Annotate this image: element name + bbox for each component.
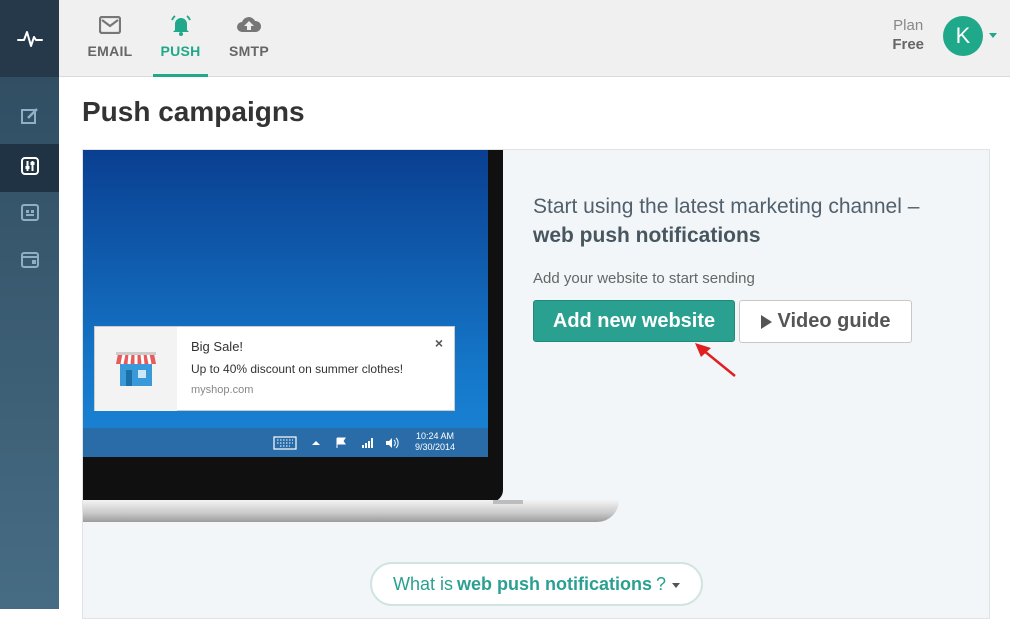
clock-time: 10:24 AM bbox=[416, 431, 455, 441]
flag-icon bbox=[335, 436, 347, 450]
close-icon: × bbox=[434, 335, 443, 351]
pulse-logo-icon[interactable] bbox=[0, 0, 59, 77]
video-guide-button[interactable]: Video guide bbox=[739, 300, 912, 343]
page-title: Push campaigns bbox=[82, 96, 305, 127]
tab-push[interactable]: PUSH bbox=[153, 0, 208, 77]
clock-date: 9/30/2014 bbox=[415, 442, 456, 452]
laptop-hinge bbox=[493, 500, 523, 504]
plan-label: Plan bbox=[893, 17, 924, 34]
plan-value: Free bbox=[892, 36, 924, 53]
chevron-up-icon bbox=[311, 436, 321, 450]
browser-icon bbox=[20, 251, 39, 274]
promo-headline: Start using the latest marketing channel… bbox=[533, 192, 963, 250]
video-guide-label: Video guide bbox=[777, 310, 891, 332]
shop-icon bbox=[95, 327, 177, 411]
tab-smtp-label: SMTP bbox=[228, 43, 270, 59]
avatar[interactable]: K bbox=[943, 16, 983, 56]
tab-push-label: PUSH bbox=[160, 43, 201, 59]
laptop-base bbox=[83, 500, 619, 522]
sidebar-item-automation[interactable] bbox=[0, 144, 59, 192]
edit-icon bbox=[20, 107, 39, 130]
bell-icon bbox=[169, 14, 193, 36]
tab-email-label: EMAIL bbox=[87, 43, 133, 59]
notification-preview: Big Sale! Up to 40% discount on summer c… bbox=[94, 326, 455, 411]
plan-indicator[interactable]: Plan Free bbox=[892, 16, 924, 54]
play-icon bbox=[760, 314, 772, 329]
signal-icon bbox=[361, 436, 375, 450]
headline-bold: web push notifications bbox=[533, 224, 761, 247]
what-is-web-push-toggle[interactable]: What is web push notifications? bbox=[370, 562, 703, 606]
pointer-arrow-icon bbox=[695, 343, 736, 377]
chevron-down-icon bbox=[672, 583, 681, 588]
faq-suffix: ? bbox=[656, 573, 667, 594]
notification-body: Up to 40% discount on summer clothes! bbox=[191, 362, 404, 376]
taskbar-clock: 10:24 AM 9/30/2014 bbox=[415, 431, 455, 453]
taskbar: 10:24 AM 9/30/2014 bbox=[83, 428, 488, 457]
sidebar-item-websites[interactable] bbox=[0, 238, 59, 286]
notification-url: myshop.com bbox=[191, 384, 254, 396]
calendar-icon bbox=[20, 203, 39, 226]
faq-bold: web push notifications bbox=[456, 573, 652, 594]
sliders-icon bbox=[20, 156, 39, 180]
sidebar-item-calendar[interactable] bbox=[0, 190, 59, 238]
tab-email[interactable]: EMAIL bbox=[87, 0, 133, 77]
envelope-icon bbox=[99, 14, 121, 36]
tab-smtp[interactable]: SMTP bbox=[227, 0, 271, 77]
headline-text: Start using the latest marketing channel… bbox=[533, 195, 920, 218]
sidebar-item-campaigns[interactable] bbox=[0, 94, 59, 142]
speaker-icon bbox=[385, 436, 399, 450]
chevron-down-icon[interactable] bbox=[989, 33, 997, 38]
notification-title: Big Sale! bbox=[191, 339, 244, 354]
promo-card: Big Sale! Up to 40% discount on summer c… bbox=[82, 149, 990, 619]
add-new-website-button[interactable]: Add new website bbox=[533, 300, 735, 342]
active-tab-indicator bbox=[153, 74, 208, 77]
top-navigation: EMAIL PUSH SMTP Plan Free K bbox=[59, 0, 1010, 77]
sidebar bbox=[0, 0, 59, 609]
laptop-illustration: Big Sale! Up to 40% discount on summer c… bbox=[83, 150, 503, 502]
cloud-upload-icon bbox=[235, 14, 263, 36]
keyboard-icon bbox=[273, 436, 297, 450]
laptop-screen: Big Sale! Up to 40% discount on summer c… bbox=[83, 150, 488, 457]
promo-subtext: Add your website to start sending bbox=[533, 270, 755, 287]
faq-prefix: What is bbox=[392, 573, 453, 594]
